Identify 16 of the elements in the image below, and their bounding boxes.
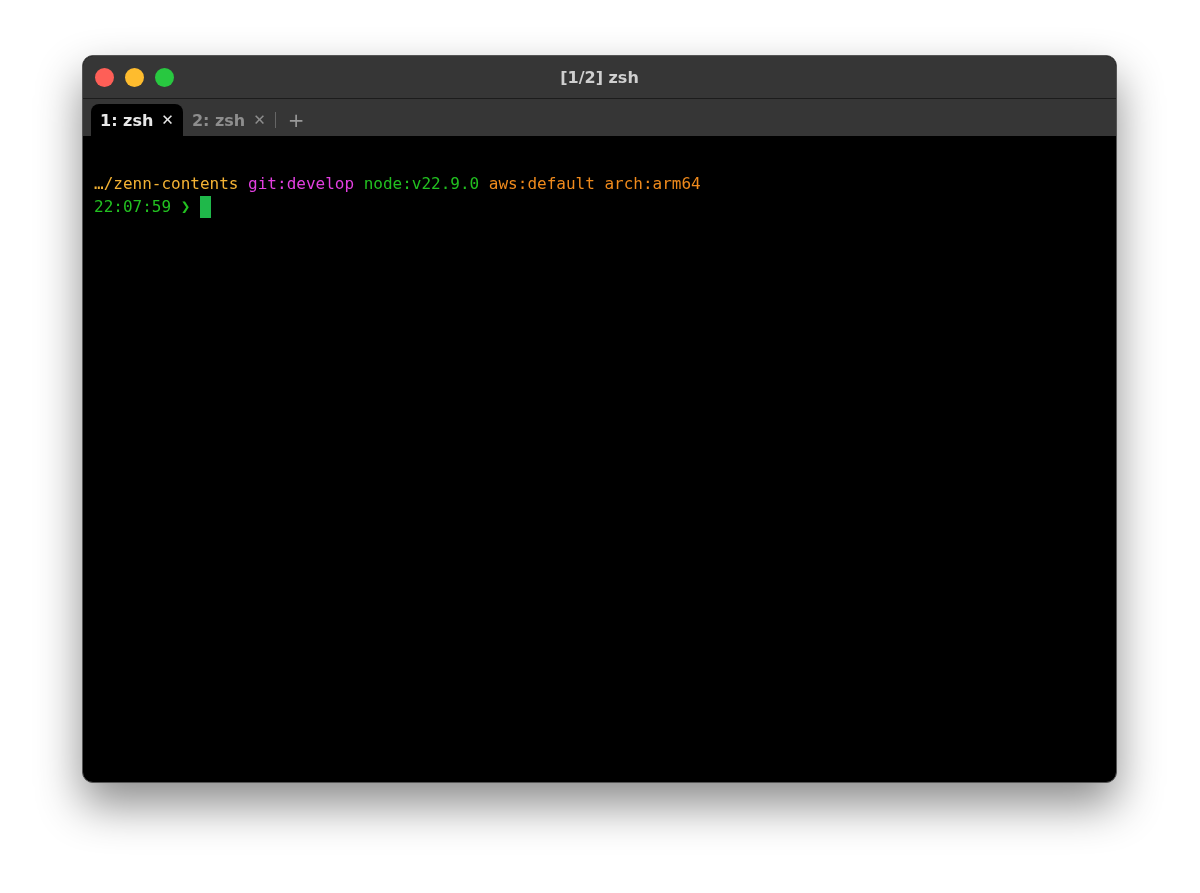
- prompt-text: ❯: [180, 196, 191, 218]
- prompt-text: …/zenn-contents: [94, 173, 239, 195]
- close-tab-icon[interactable]: ✕: [161, 111, 174, 129]
- close-window-button[interactable]: [95, 67, 114, 87]
- prompt-text: node:v22.9.0: [363, 173, 480, 195]
- window-title: [1/2] zsh: [560, 67, 639, 87]
- prompt-text: arch:arm64: [604, 173, 701, 195]
- prompt-text: aws:default: [488, 173, 595, 195]
- tab[interactable]: 2: zsh ✕: [182, 104, 275, 136]
- minimize-window-button[interactable]: [125, 67, 144, 87]
- tab[interactable]: 1: zsh ✕: [91, 104, 183, 136]
- new-tab-button[interactable]: +: [287, 104, 305, 136]
- prompt-text: git:develop: [248, 173, 355, 195]
- close-tab-icon[interactable]: ✕: [253, 111, 266, 129]
- zoom-window-button[interactable]: [155, 67, 174, 87]
- prompt-text: 22:07:59: [94, 196, 172, 218]
